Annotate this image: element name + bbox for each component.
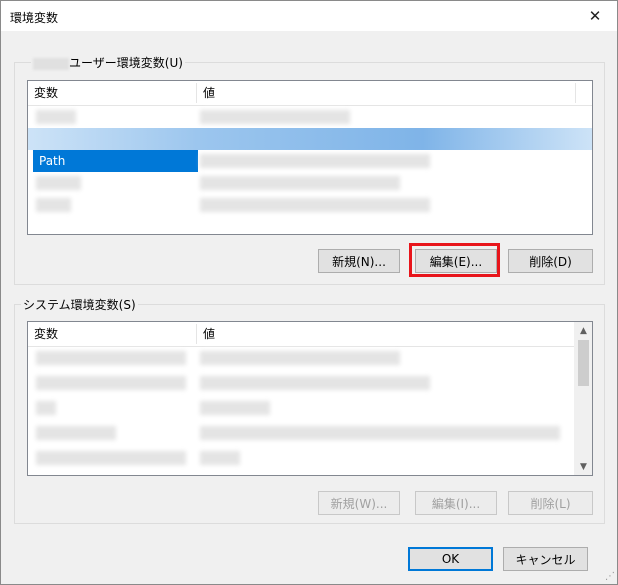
system-new-button[interactable]: 新規(W)... xyxy=(318,491,400,515)
window-title: 環境変数 xyxy=(10,11,59,25)
table-row[interactable] xyxy=(28,128,592,150)
user-variables-list[interactable]: 変数 値 Path xyxy=(27,80,593,235)
column-header-variable[interactable]: 変数 xyxy=(28,322,196,346)
user-variable-rows: Path xyxy=(28,106,592,234)
user-edit-button[interactable]: 編集(E)... xyxy=(415,249,497,273)
cancel-button[interactable]: キャンセル xyxy=(503,547,588,571)
ok-button[interactable]: OK xyxy=(408,547,493,571)
user-variables-label: ユーザー環境変数(U) xyxy=(31,54,185,71)
variable-name xyxy=(28,128,198,150)
system-edit-button[interactable]: 編集(I)... xyxy=(415,491,497,515)
table-row[interactable] xyxy=(28,347,575,369)
column-header-value[interactable]: 値 xyxy=(197,322,575,346)
table-row[interactable] xyxy=(28,422,575,444)
title-bar: 環境変数 ✕ xyxy=(1,1,617,31)
column-header-value[interactable]: 値 xyxy=(197,81,575,105)
close-icon[interactable]: ✕ xyxy=(573,1,617,31)
resize-grip-icon[interactable]: ⋰ xyxy=(605,572,615,582)
redacted-username xyxy=(33,57,69,70)
user-new-button[interactable]: 新規(N)... xyxy=(318,249,400,273)
table-row-selected[interactable]: Path xyxy=(28,150,592,172)
table-row[interactable] xyxy=(28,372,575,394)
table-row[interactable] xyxy=(28,447,575,469)
system-delete-button[interactable]: 削除(L) xyxy=(508,491,593,515)
variable-name: Path xyxy=(33,150,198,172)
system-variables-list[interactable]: 変数 値 ▲ ▼ xyxy=(27,321,593,476)
table-row[interactable] xyxy=(28,397,575,419)
system-list-scrollbar[interactable]: ▲ ▼ xyxy=(574,322,592,475)
table-row[interactable] xyxy=(28,172,592,194)
table-row[interactable] xyxy=(28,106,592,128)
table-row[interactable] xyxy=(28,194,592,216)
scroll-down-icon[interactable]: ▼ xyxy=(575,458,592,475)
column-header-variable[interactable]: 変数 xyxy=(28,81,196,105)
system-variable-rows xyxy=(28,347,575,475)
list-header: 変数 値 xyxy=(28,81,592,106)
list-header: 変数 値 xyxy=(28,322,575,347)
system-variables-label: システム環境変数(S) xyxy=(21,296,138,313)
user-delete-button[interactable]: 削除(D) xyxy=(508,249,593,273)
environment-variables-dialog: 環境変数 ✕ ユーザー環境変数(U) 変数 値 Path 新規(N)... 編集… xyxy=(0,0,618,585)
scroll-up-icon[interactable]: ▲ xyxy=(575,322,592,339)
scroll-thumb[interactable] xyxy=(578,340,589,386)
